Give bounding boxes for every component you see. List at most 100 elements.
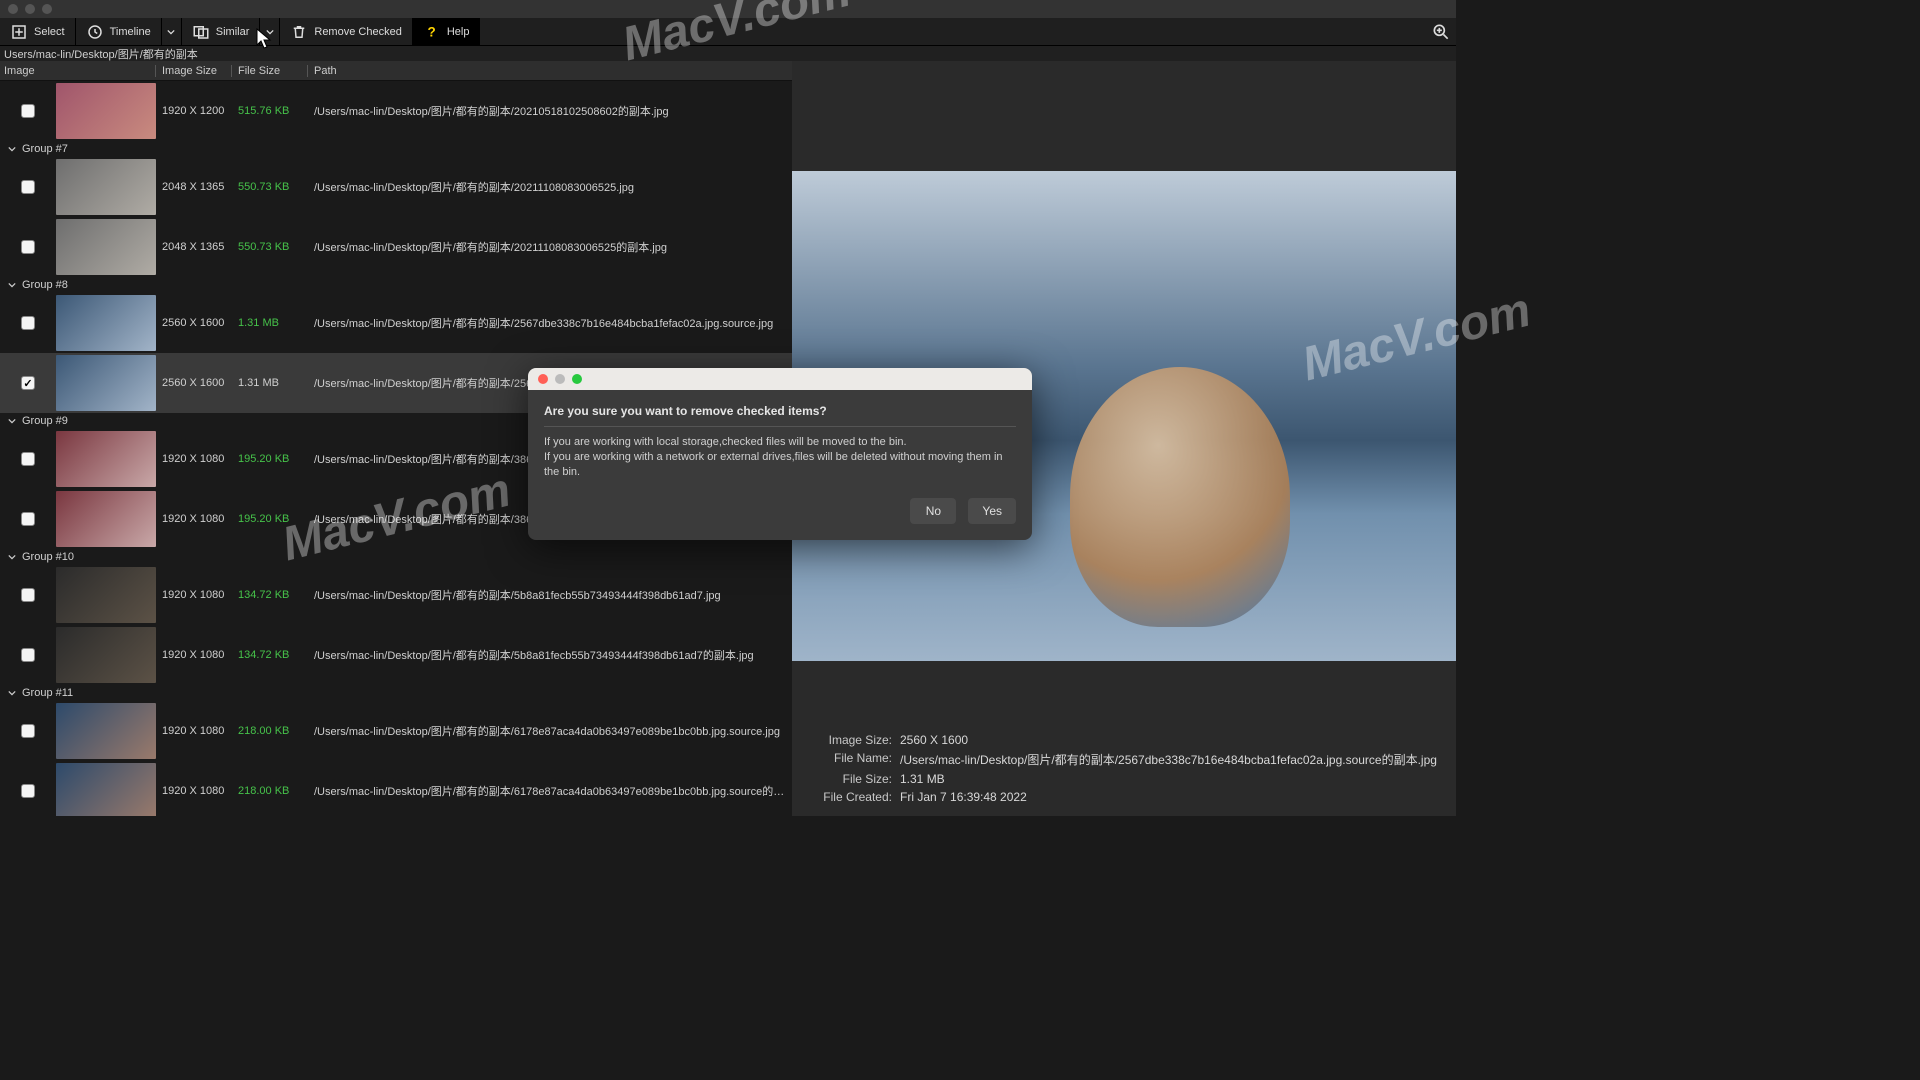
table-row[interactable]: 1920 X 1080134.72 KB/Users/mac-lin/Deskt…: [0, 565, 792, 625]
similar-button[interactable]: Similar: [182, 18, 261, 45]
table-row[interactable]: 2048 X 1365550.73 KB/Users/mac-lin/Deskt…: [0, 217, 792, 277]
row-checkbox-cell: [0, 376, 56, 390]
col-file-size[interactable]: File Size: [232, 65, 308, 77]
row-thumbnail[interactable]: [56, 491, 156, 547]
path-text: Users/mac-lin/Desktop/图片/都有的副本: [4, 46, 198, 62]
table-row[interactable]: 1920 X 1200515.76 KB/Users/mac-lin/Deskt…: [0, 81, 792, 141]
row-checkbox-cell: [0, 512, 56, 526]
traffic-close-icon[interactable]: [8, 4, 18, 14]
group-header[interactable]: Group #8: [0, 277, 792, 293]
row-checkbox-cell: [0, 316, 56, 330]
column-headers: Image Image Size File Size Path: [0, 61, 792, 81]
row-path: /Users/mac-lin/Desktop/图片/都有的副本/5b8a81fe…: [308, 647, 792, 663]
row-path: /Users/mac-lin/Desktop/图片/都有的副本/6178e87a…: [308, 723, 792, 739]
row-thumbnail[interactable]: [56, 703, 156, 759]
row-checkbox-cell: [0, 240, 56, 254]
row-file-size: 1.31 MB: [232, 377, 308, 389]
row-path: /Users/mac-lin/Desktop/图片/都有的副本/6178e87a…: [308, 783, 792, 799]
trash-icon: [290, 23, 308, 41]
similar-icon: [192, 23, 210, 41]
row-checkbox-cell: [0, 588, 56, 602]
row-checkbox-cell: [0, 452, 56, 466]
row-image-size: 1920 X 1080: [156, 649, 232, 661]
col-path[interactable]: Path: [308, 65, 792, 77]
row-image-size: 2560 X 1600: [156, 377, 232, 389]
dialog-max-icon[interactable]: [572, 374, 582, 384]
row-checkbox[interactable]: [21, 180, 35, 194]
row-file-size: 218.00 KB: [232, 785, 308, 797]
dialog-close-icon[interactable]: [538, 374, 548, 384]
help-button[interactable]: ? Help: [413, 18, 481, 45]
group-header[interactable]: Group #7: [0, 141, 792, 157]
select-button[interactable]: Select: [0, 18, 76, 45]
row-file-size: 550.73 KB: [232, 241, 308, 253]
row-path: /Users/mac-lin/Desktop/图片/都有的副本/5b8a81fe…: [308, 587, 792, 603]
group-header[interactable]: Group #11: [0, 685, 792, 701]
meta-file-name-label: File Name:: [792, 751, 892, 768]
meta-image-size-label: Image Size:: [792, 733, 892, 747]
row-file-size: 195.20 KB: [232, 513, 308, 525]
row-path: /Users/mac-lin/Desktop/图片/都有的副本/2567dbe3…: [308, 315, 792, 331]
timeline-icon: [86, 23, 104, 41]
row-thumbnail[interactable]: [56, 355, 156, 411]
meta-file-size-label: File Size:: [792, 772, 892, 786]
row-checkbox[interactable]: [21, 784, 35, 798]
row-checkbox[interactable]: [21, 452, 35, 466]
dialog-line-1: If you are working with local storage,ch…: [544, 435, 1016, 450]
confirm-dialog: Are you sure you want to remove checked …: [528, 368, 1032, 540]
path-bar: Users/mac-lin/Desktop/图片/都有的副本: [0, 46, 1456, 61]
row-file-size: 134.72 KB: [232, 589, 308, 601]
row-thumbnail[interactable]: [56, 159, 156, 215]
row-checkbox[interactable]: [21, 512, 35, 526]
row-checkbox-cell: [0, 104, 56, 118]
row-thumbnail[interactable]: [56, 431, 156, 487]
dialog-no-button[interactable]: No: [910, 498, 956, 524]
row-image-size: 1920 X 1080: [156, 453, 232, 465]
group-header[interactable]: Group #10: [0, 549, 792, 565]
row-checkbox-cell: [0, 784, 56, 798]
row-thumbnail[interactable]: [56, 219, 156, 275]
col-image-size[interactable]: Image Size: [156, 65, 232, 77]
row-thumbnail[interactable]: [56, 295, 156, 351]
dialog-titlebar: [528, 368, 1032, 390]
row-checkbox[interactable]: [21, 240, 35, 254]
remove-checked-label: Remove Checked: [314, 26, 401, 38]
table-row[interactable]: 1920 X 1080218.00 KB/Users/mac-lin/Deskt…: [0, 701, 792, 761]
dialog-yes-button[interactable]: Yes: [968, 498, 1016, 524]
row-checkbox[interactable]: [21, 588, 35, 602]
row-file-size: 218.00 KB: [232, 725, 308, 737]
svg-text:?: ?: [427, 24, 435, 39]
col-image[interactable]: Image: [0, 65, 156, 77]
row-image-size: 1920 X 1200: [156, 105, 232, 117]
row-checkbox[interactable]: [21, 376, 35, 390]
row-image-size: 1920 X 1080: [156, 785, 232, 797]
row-checkbox[interactable]: [21, 648, 35, 662]
table-row[interactable]: 2048 X 1365550.73 KB/Users/mac-lin/Deskt…: [0, 157, 792, 217]
similar-dropdown[interactable]: [260, 18, 280, 45]
table-row[interactable]: 1920 X 1080134.72 KB/Users/mac-lin/Deskt…: [0, 625, 792, 685]
row-file-size: 550.73 KB: [232, 181, 308, 193]
traffic-min-icon[interactable]: [25, 4, 35, 14]
zoom-in-button[interactable]: [1426, 18, 1456, 45]
row-checkbox[interactable]: [21, 724, 35, 738]
row-thumbnail[interactable]: [56, 83, 156, 139]
timeline-button[interactable]: Timeline: [76, 18, 162, 45]
preview-meta: Image Size: 2560 X 1600 File Name: /User…: [792, 711, 1456, 816]
remove-checked-button[interactable]: Remove Checked: [280, 18, 412, 45]
traffic-max-icon[interactable]: [42, 4, 52, 14]
meta-file-size: 1.31 MB: [900, 772, 945, 786]
row-checkbox-cell: [0, 724, 56, 738]
table-row[interactable]: 2560 X 16001.31 MB/Users/mac-lin/Desktop…: [0, 293, 792, 353]
table-row[interactable]: 1920 X 1080218.00 KB/Users/mac-lin/Deskt…: [0, 761, 792, 816]
group-label: Group #8: [22, 279, 68, 291]
dialog-message: If you are working with local storage,ch…: [544, 435, 1016, 480]
timeline-dropdown[interactable]: [162, 18, 182, 45]
row-image-size: 1920 X 1080: [156, 589, 232, 601]
row-checkbox[interactable]: [21, 316, 35, 330]
row-checkbox[interactable]: [21, 104, 35, 118]
row-thumbnail[interactable]: [56, 567, 156, 623]
row-thumbnail[interactable]: [56, 627, 156, 683]
row-thumbnail[interactable]: [56, 763, 156, 816]
row-path: /Users/mac-lin/Desktop/图片/都有的副本/20210518…: [308, 103, 792, 119]
toolbar: Select Timeline Similar Remove Checked ?…: [0, 18, 1456, 46]
